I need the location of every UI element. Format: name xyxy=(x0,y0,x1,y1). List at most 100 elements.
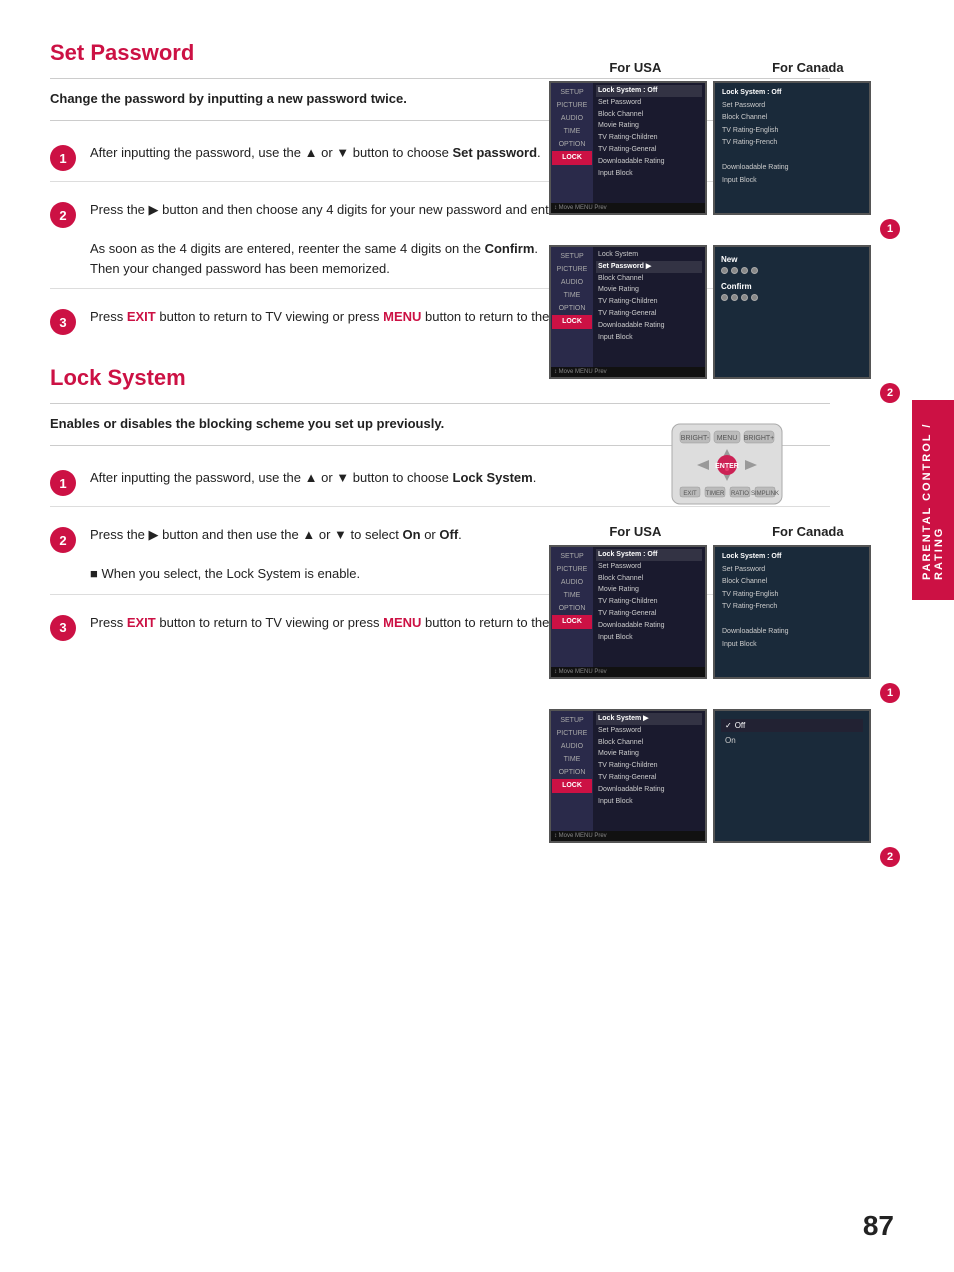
sb3-audio: AUDIO xyxy=(552,576,592,589)
sb3-setup: SETUP xyxy=(552,550,592,563)
menu-tv-children-1: TV Rating-Children xyxy=(596,132,702,144)
new-label: New xyxy=(721,255,863,264)
svg-text:BRIGHT+: BRIGHT+ xyxy=(743,435,774,442)
canada-lock-system-1: Lock System : Off xyxy=(720,87,864,100)
side-label-text: PARENTAL CONTROL / RATING xyxy=(921,420,945,580)
screen-pair-4: SETUP PICTURE AUDIO TIME OPTION LOCK Loc… xyxy=(549,709,904,843)
c3-dl: Downloadable Rating xyxy=(720,626,864,639)
menu-block-channel-1: Block Channel xyxy=(596,109,702,121)
canada-spacer-1 xyxy=(720,150,864,163)
sb3-time: TIME xyxy=(552,589,592,602)
lock-step-2-text: Press the ▶ button and then use the ▲ or… xyxy=(90,525,462,584)
m4-input: Input Block xyxy=(596,796,702,808)
usa-footer-1: ↕ Move MENU Prev xyxy=(551,203,705,213)
screen-pair-3: SETUP PICTURE AUDIO TIME OPTION LOCK Loc… xyxy=(549,545,904,679)
svg-text:TIMER: TIMER xyxy=(705,491,724,497)
m4-dl: Downloadable Rating xyxy=(596,784,702,796)
onoff-panel: ✓ Off On xyxy=(713,709,871,843)
sb3-picture: PICTURE xyxy=(552,563,592,576)
m3-child: TV Rating-Children xyxy=(596,596,702,608)
usa-menu-3: Lock System : Off Set Password Block Cha… xyxy=(593,547,705,667)
usa-label-bottom: For USA xyxy=(609,524,661,539)
m2-dl: Downloadable Rating xyxy=(596,320,702,332)
sb2-picture: PICTURE xyxy=(552,263,592,276)
svg-text:EXIT: EXIT xyxy=(683,491,697,497)
m3-dl: Downloadable Rating xyxy=(596,620,702,632)
m4-setpass: Set Password xyxy=(596,725,702,737)
m3-block: Block Channel xyxy=(596,573,702,585)
m2-child: TV Rating-Children xyxy=(596,296,702,308)
usa-menu-1: Lock System : Off Set Password Block Cha… xyxy=(593,83,705,203)
canada-dl-rating-1: Downloadable Rating xyxy=(720,162,864,175)
sidebar-picture: PICTURE xyxy=(552,99,592,112)
screen-pair-2: SETUP PICTURE AUDIO TIME OPTION LOCK Loc… xyxy=(549,245,904,379)
svg-text:MENU: MENU xyxy=(716,435,737,442)
lock-step-badge-3: 3 xyxy=(50,615,76,641)
checkmark: ✓ xyxy=(725,721,732,730)
m2-block: Block Channel xyxy=(596,273,702,285)
m4-child: TV Rating-Children xyxy=(596,760,702,772)
svg-text:SIMPLINK: SIMPLINK xyxy=(750,491,778,497)
menu-movie-rating-1: Movie Rating xyxy=(596,120,702,132)
sb2-audio: AUDIO xyxy=(552,276,592,289)
c3-input: Input Block xyxy=(720,639,864,652)
confirm-dots xyxy=(721,294,863,301)
sb3-option: OPTION xyxy=(552,602,592,615)
sb2-lock: LOCK xyxy=(552,315,592,328)
usa-footer-3: ↕ Move MENU Prev xyxy=(551,667,705,677)
sb4-option: OPTION xyxy=(552,766,592,779)
sidebar-option: OPTION xyxy=(552,138,592,151)
usa-screen-4: SETUP PICTURE AUDIO TIME OPTION LOCK Loc… xyxy=(549,709,707,843)
confirm-label: Confirm xyxy=(721,282,863,291)
menu-input-block-1: Input Block xyxy=(596,168,702,180)
c3-lock: Lock System : Off xyxy=(720,551,864,564)
canada-screen-1: Lock System : Off Set Password Block Cha… xyxy=(713,81,871,215)
sidebar-time: TIME xyxy=(552,125,592,138)
usa-sidebar-1: SETUP PICTURE AUDIO TIME OPTION LOCK xyxy=(551,83,593,203)
password-panel: New Confirm xyxy=(713,245,871,379)
canada-label-top: For Canada xyxy=(772,60,844,75)
canada-set-password-1: Set Password xyxy=(720,100,864,113)
new-password-row: New xyxy=(721,255,863,274)
dot-4 xyxy=(751,267,758,274)
page-number: 87 xyxy=(863,1210,894,1242)
m3-lock: Lock System : Off xyxy=(596,549,702,561)
m3-setpass: Set Password xyxy=(596,561,702,573)
canada-input-block-1: Input Block xyxy=(720,175,864,188)
canada-label-bottom: For Canada xyxy=(772,524,844,539)
cdot-4 xyxy=(751,294,758,301)
usa-sidebar-2: SETUP PICTURE AUDIO TIME OPTION LOCK xyxy=(551,247,593,367)
m3-movie: Movie Rating xyxy=(596,584,702,596)
usa-menu-4: Lock System ▶ Set Password Block Channel… xyxy=(593,711,705,831)
usa-footer-2: ↕ Move MENU Prev xyxy=(551,367,705,377)
svg-text:RATIO: RATIO xyxy=(731,491,749,497)
m2-input: Input Block xyxy=(596,332,702,344)
lock-badge-2: 2 xyxy=(880,847,900,867)
m3-input: Input Block xyxy=(596,632,702,644)
sb4-picture: PICTURE xyxy=(552,727,592,740)
lock-badge-1: 1 xyxy=(880,683,900,703)
confirm-password-row: Confirm xyxy=(721,282,863,301)
m2-movie: Movie Rating xyxy=(596,284,702,296)
usa-screen-2: SETUP PICTURE AUDIO TIME OPTION LOCK Loc… xyxy=(549,245,707,379)
badge-1: 1 xyxy=(880,219,900,239)
canada-block-channel-1: Block Channel xyxy=(720,112,864,125)
m4-general: TV Rating-General xyxy=(596,772,702,784)
menu-lock-system-1: Lock System : Off xyxy=(596,85,702,97)
sb4-setup: SETUP xyxy=(552,714,592,727)
badge-row-2: 2 xyxy=(549,383,904,403)
step-badge-2: 2 xyxy=(50,202,76,228)
usa-screen-1: SETUP PICTURE AUDIO TIME OPTION LOCK Loc… xyxy=(549,81,707,215)
c3-tvenglish: TV Rating-English xyxy=(720,589,864,602)
remote-container: BRIGHT- MENU BRIGHT+ ENTER EXIT TIMER xyxy=(549,409,904,524)
new-dots xyxy=(721,267,863,274)
screen-pair-1: SETUP PICTURE AUDIO TIME OPTION LOCK Loc… xyxy=(549,81,904,215)
usa-sidebar-4: SETUP PICTURE AUDIO TIME OPTION LOCK xyxy=(551,711,593,831)
off-option: ✓ Off xyxy=(721,719,863,732)
usa-menu-2: Lock System Set Password ▶ Block Channel… xyxy=(593,247,705,367)
menu-tv-general-1: TV Rating-General xyxy=(596,144,702,156)
m2-setpass: Set Password ▶ xyxy=(596,261,702,273)
region-labels-bottom: For USA For Canada xyxy=(549,524,904,539)
off-label: Off xyxy=(735,721,746,730)
c3-space xyxy=(720,614,864,627)
